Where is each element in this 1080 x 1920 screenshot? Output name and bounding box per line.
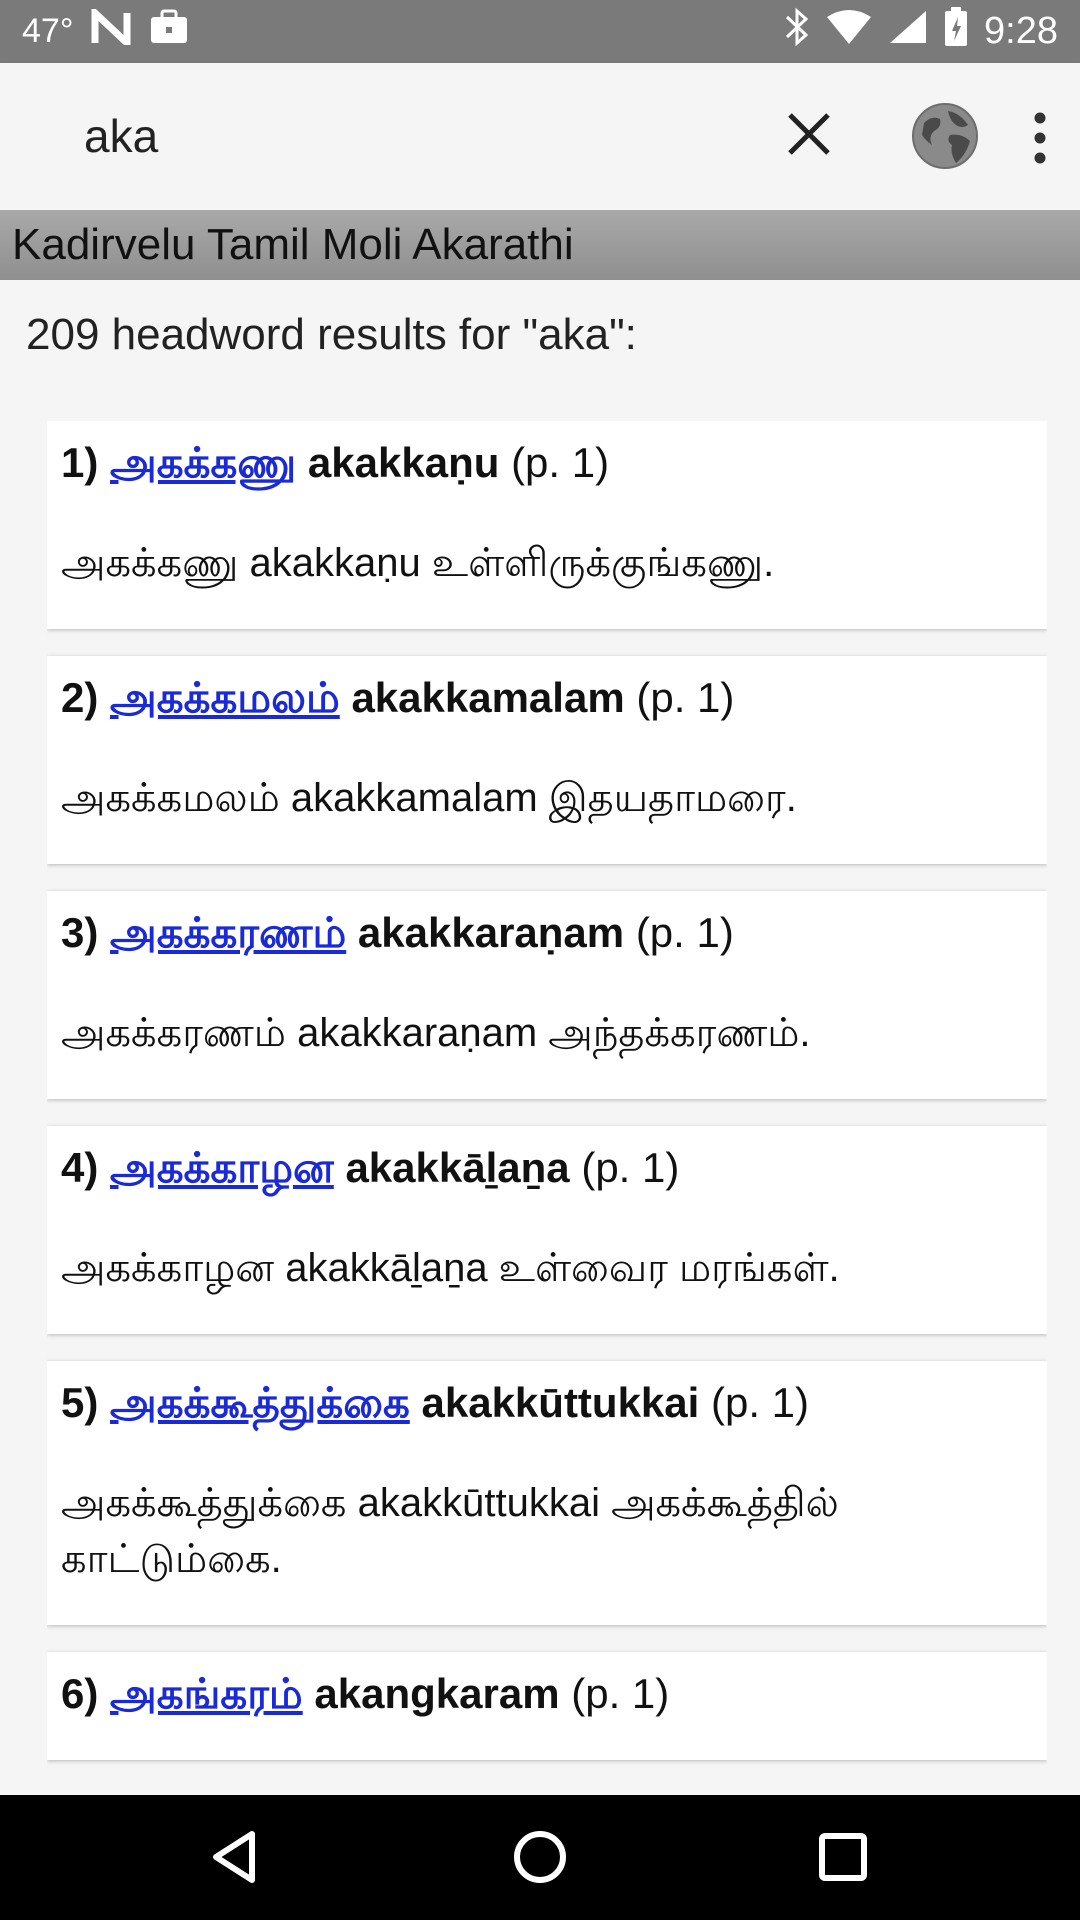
entry-definition: அகக்கணு akakkaṇu உள்ளிருக்குங்கணு.: [61, 541, 775, 585]
entry-heading: 6) அகங்கரம் akangkaram (p. 1): [61, 1666, 1033, 1722]
cell-signal-icon: [888, 9, 928, 55]
entry-transliteration: akakkūttukkai: [421, 1379, 700, 1426]
entry-heading: 2) அகக்கமலம் akakkamalam (p. 1): [61, 670, 1033, 726]
temperature-text: 47°: [22, 12, 74, 50]
result-entry: 5) அகக்கூத்துக்கை akakkūttukkai (p. 1) அ…: [47, 1361, 1047, 1625]
wifi-icon: [826, 9, 872, 55]
entry-transliteration: akangkaram: [314, 1670, 560, 1717]
entry-number: 5): [61, 1379, 99, 1426]
results-summary: 209 headword results for "aka":: [26, 310, 637, 359]
entry-page: (p. 1): [511, 439, 610, 486]
headword-link[interactable]: அகக்கூத்துக்கை: [110, 1379, 410, 1426]
entry-transliteration: akakkamalam: [351, 674, 625, 721]
more-vert-icon: [1034, 112, 1046, 164]
entry-number: 6): [61, 1670, 99, 1717]
dictionary-select-button[interactable]: [910, 101, 980, 171]
briefcase-icon: [149, 9, 189, 54]
n-notification-icon: [91, 4, 131, 54]
results-list: 1) அகக்கணு akakkaṇu (p. 1) அகக்கணு akakk…: [47, 421, 1047, 1781]
entry-transliteration: akakkaṇu: [307, 439, 500, 486]
entry-page: (p. 1): [711, 1379, 810, 1426]
bluetooth-icon: [784, 7, 810, 57]
search-input[interactable]: aka: [84, 63, 158, 210]
result-entry: 2) அகக்கமலம் akakkamalam (p. 1) அகக்கமலம…: [47, 656, 1047, 864]
entry-page: (p. 1): [571, 1670, 670, 1717]
overflow-menu-button[interactable]: [1020, 103, 1060, 173]
entry-definition: அகக்கரணம் akakkaraṇam அந்தக்கரணம்.: [61, 1011, 811, 1055]
entry-number: 1): [61, 439, 99, 486]
entry-heading: 3) அகக்கரணம் akakkaraṇam (p. 1): [61, 905, 1033, 961]
headword-link[interactable]: அகங்கரம்: [110, 1670, 303, 1717]
entry-transliteration: akakkaraṇam: [357, 909, 625, 956]
close-icon: [788, 113, 830, 155]
home-button[interactable]: [505, 1822, 575, 1892]
clear-search-button[interactable]: [778, 103, 840, 165]
entry-number: 4): [61, 1144, 99, 1191]
entry-heading: 4) அகக்காழன akakkāḻaṉa (p. 1): [61, 1140, 1033, 1196]
system-nav-bar: [0, 1795, 1080, 1920]
dictionary-title: Kadirvelu Tamil Moli Akarathi: [0, 210, 1080, 280]
entry-definition: அகக்கூத்துக்கை akakkūttukkai அகக்கூத்தில…: [61, 1481, 839, 1581]
result-entry: 1) அகக்கணு akakkaṇu (p. 1) அகக்கணு akakk…: [47, 421, 1047, 629]
status-bar: 47° 9:28: [0, 0, 1080, 63]
entry-page: (p. 1): [635, 909, 734, 956]
nav-back-icon: [213, 1831, 255, 1883]
nav-recents-icon: [819, 1833, 867, 1881]
entry-definition: அகக்கமலம் akakkamalam இதயதாமரை.: [61, 776, 797, 820]
headword-link[interactable]: அகக்காழன: [110, 1144, 334, 1191]
entry-page: (p. 1): [636, 674, 735, 721]
globe-icon: [912, 103, 978, 169]
search-app-bar: aka: [0, 63, 1080, 210]
entry-transliteration: akakkāḻaṉa: [345, 1144, 570, 1191]
entry-definition: அகக்காழன akakkāḻaṉa உள்வைர மரங்கள்.: [61, 1246, 840, 1290]
nav-home-icon: [514, 1831, 566, 1883]
headword-link[interactable]: அகக்கமலம்: [110, 674, 340, 721]
back-button[interactable]: [200, 1822, 270, 1892]
headword-link[interactable]: அகக்கணு: [110, 439, 296, 486]
entry-heading: 5) அகக்கூத்துக்கை akakkūttukkai (p. 1): [61, 1375, 1033, 1431]
result-entry: 6) அகங்கரம் akangkaram (p. 1): [47, 1652, 1047, 1760]
recents-button[interactable]: [808, 1822, 878, 1892]
entry-number: 3): [61, 909, 99, 956]
result-entry: 4) அகக்காழன akakkāḻaṉa (p. 1) அகக்காழன a…: [47, 1126, 1047, 1334]
result-entry: 3) அகக்கரணம் akakkaraṇam (p. 1) அகக்கரணம…: [47, 891, 1047, 1099]
entry-heading: 1) அகக்கணு akakkaṇu (p. 1): [61, 435, 1033, 491]
entry-number: 2): [61, 674, 99, 721]
battery-icon: [944, 6, 968, 57]
headword-link[interactable]: அகக்கரணம்: [110, 909, 346, 956]
entry-page: (p. 1): [581, 1144, 680, 1191]
clock-text: 9:28: [984, 10, 1058, 52]
